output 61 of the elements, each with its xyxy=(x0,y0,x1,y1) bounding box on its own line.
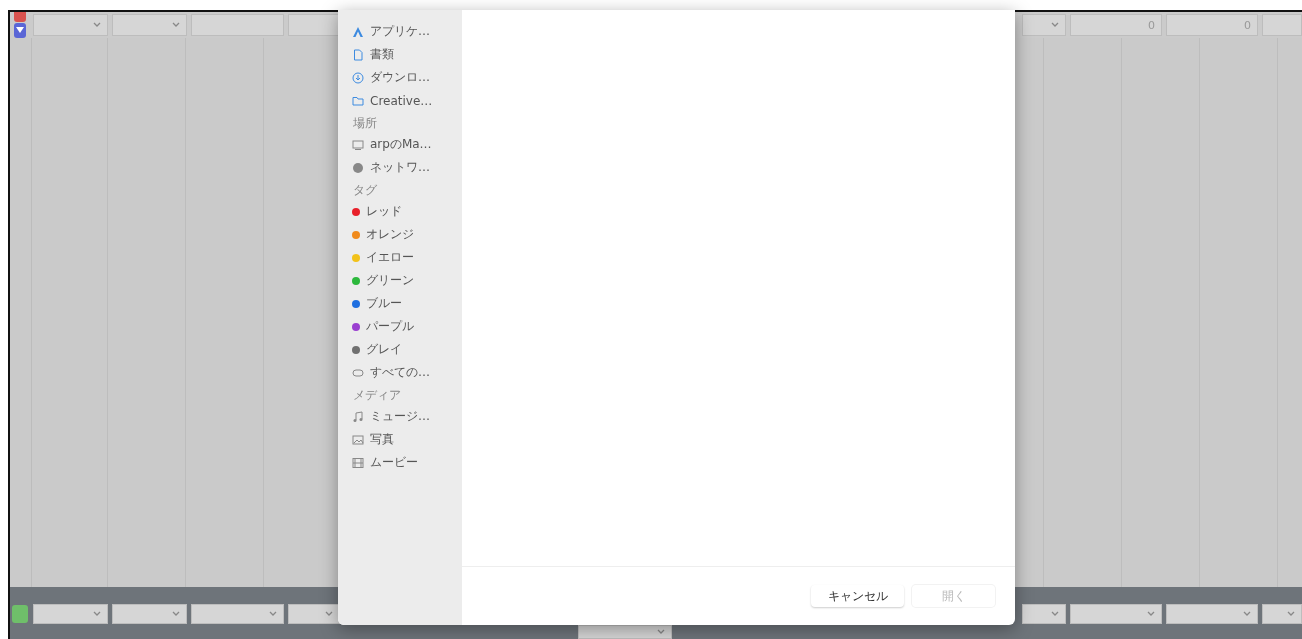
sidebar-item[interactable]: arpのMa… xyxy=(338,133,462,156)
tag-outline-icon xyxy=(352,366,364,379)
sidebar-item[interactable]: ブルー xyxy=(338,292,462,315)
sidebar-item[interactable]: アプリケ… xyxy=(338,20,462,43)
dropdown[interactable] xyxy=(33,604,108,624)
dropdown[interactable] xyxy=(33,14,108,36)
number-field[interactable] xyxy=(1262,14,1302,36)
dropdown[interactable] xyxy=(1166,604,1258,624)
chevron-icon xyxy=(1051,22,1059,28)
sidebar-item[interactable]: ネットワ… xyxy=(338,156,462,179)
dropdown[interactable] xyxy=(112,604,187,624)
sidebar-item[interactable]: イエロー xyxy=(338,246,462,269)
film-icon xyxy=(352,456,364,469)
sidebar-item[interactable]: グリーン xyxy=(338,269,462,292)
dropdown[interactable] xyxy=(578,625,672,639)
sidebar-item[interactable]: パープル xyxy=(338,315,462,338)
section-header: メディア xyxy=(352,387,402,404)
photo-icon xyxy=(352,433,364,446)
chevron-icon xyxy=(1147,611,1155,617)
section-header: 場所 xyxy=(352,115,378,132)
dropdown[interactable] xyxy=(288,604,340,624)
dropdown[interactable] xyxy=(191,604,284,624)
sidebar-item[interactable]: 書類 xyxy=(338,43,462,66)
sidebar-item[interactable]: Creative… xyxy=(338,89,462,112)
sidebar-item[interactable]: すべての… xyxy=(338,361,462,384)
section-header: タグ xyxy=(352,182,378,199)
chevron-icon xyxy=(93,22,101,28)
document-icon xyxy=(352,48,364,61)
sidebar-item[interactable]: ムービー xyxy=(338,451,462,474)
sidebar-item[interactable]: ダウンロ… xyxy=(338,66,462,89)
dropdown[interactable] xyxy=(1022,14,1066,36)
chevron-icon xyxy=(172,22,180,28)
sidebar-item[interactable]: グレイ xyxy=(338,338,462,361)
chevron-icon xyxy=(325,611,333,617)
number-field[interactable] xyxy=(191,14,284,36)
sidebar-item[interactable]: レッド xyxy=(338,200,462,223)
monitor-icon xyxy=(352,138,364,151)
chevron-icon xyxy=(1243,611,1251,617)
triangle-down-icon xyxy=(16,27,24,34)
collapse-button[interactable] xyxy=(14,22,26,38)
chevron-icon xyxy=(657,629,665,635)
folder-icon xyxy=(352,94,364,107)
chevron-icon xyxy=(1287,611,1295,617)
chevron-icon xyxy=(93,611,101,617)
sidebar-item[interactable]: オレンジ xyxy=(338,223,462,246)
dropdown[interactable] xyxy=(1022,604,1066,624)
close-button[interactable] xyxy=(14,12,26,22)
sidebar-item[interactable]: ミュージ… xyxy=(338,405,462,428)
music-note-icon xyxy=(352,410,364,423)
dropdown[interactable] xyxy=(1262,604,1302,624)
app-icon xyxy=(352,25,364,38)
sidebar-item[interactable]: 写真 xyxy=(338,428,462,451)
download-icon xyxy=(352,71,364,84)
number-field[interactable] xyxy=(288,14,340,36)
cancel-button[interactable]: キャンセル xyxy=(811,585,904,607)
dropdown[interactable] xyxy=(112,14,187,36)
chevron-icon xyxy=(172,611,180,617)
chevron-icon xyxy=(269,611,277,617)
add-button[interactable] xyxy=(12,605,28,623)
dropdown[interactable] xyxy=(1070,604,1162,624)
chevron-icon xyxy=(1051,611,1059,617)
